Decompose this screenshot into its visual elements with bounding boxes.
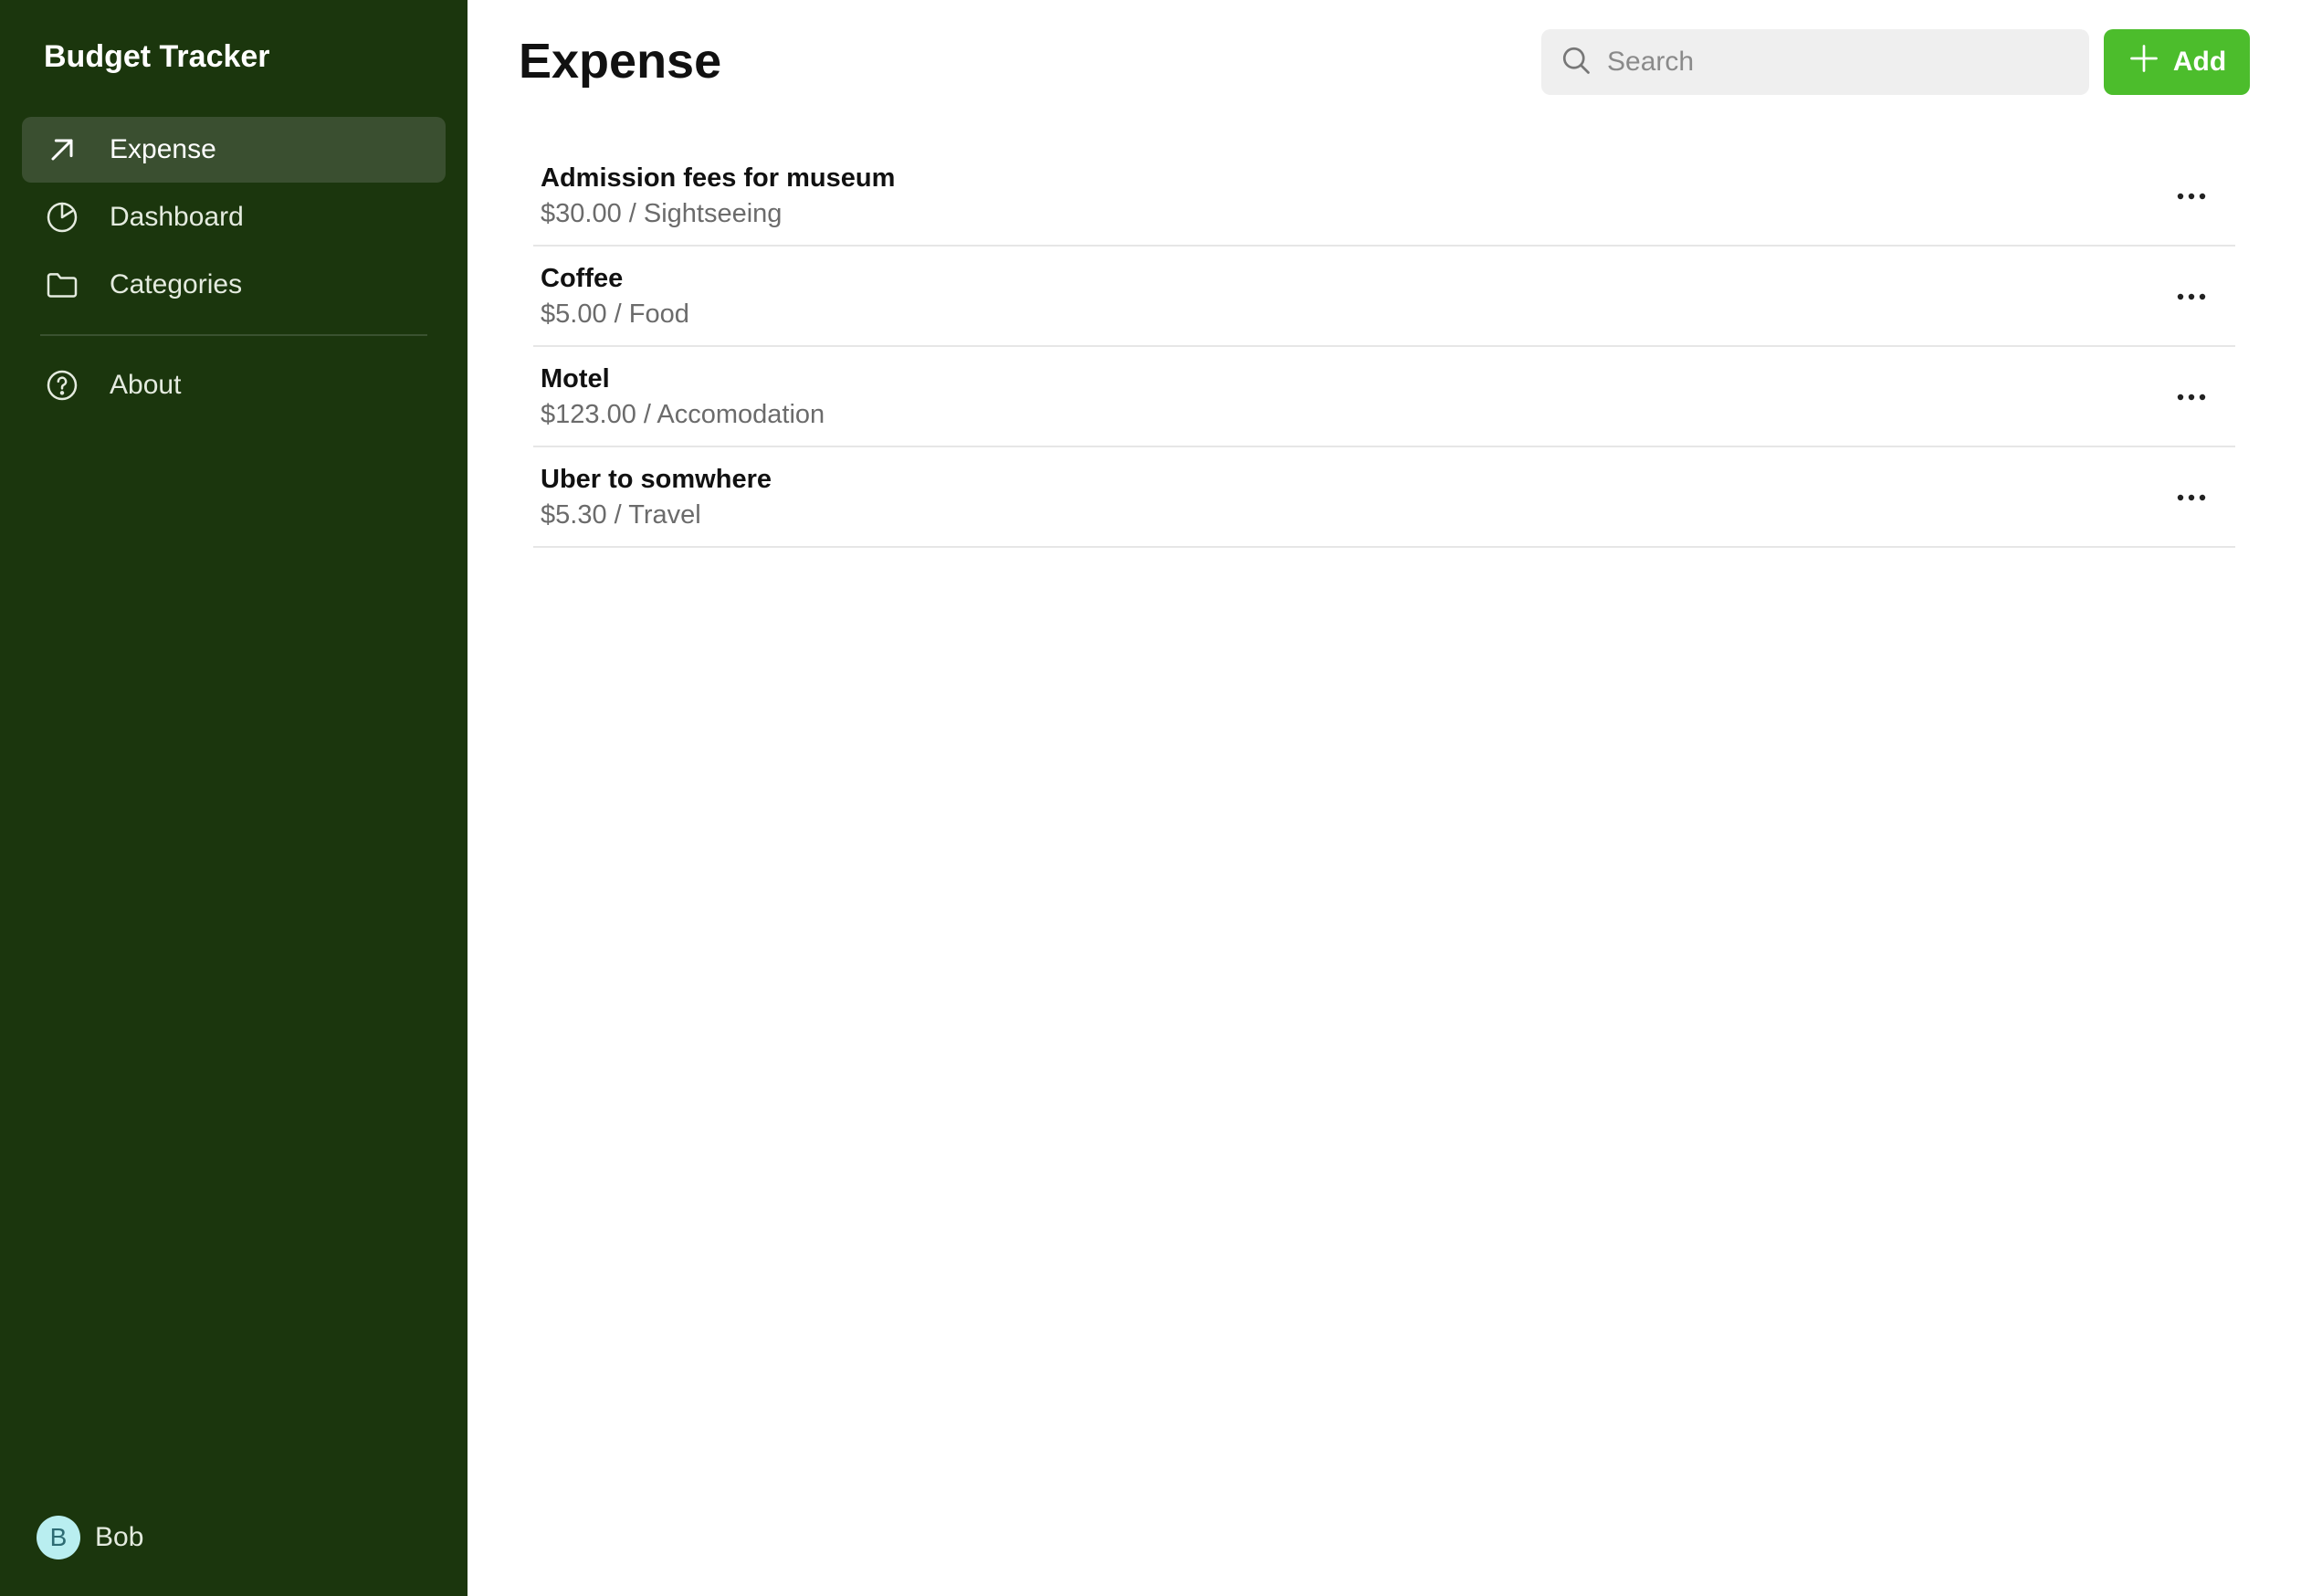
- more-options-button[interactable]: [2166, 173, 2217, 219]
- sidebar: Budget Tracker Expense Dashboard Categor…: [0, 0, 468, 1596]
- sidebar-item-expense[interactable]: Expense: [22, 117, 446, 183]
- list-item[interactable]: Admission fees for museum $30.00 / Sight…: [533, 146, 2235, 247]
- expense-detail: $30.00 / Sightseeing: [541, 199, 783, 228]
- pie-chart-icon: [44, 199, 80, 236]
- expense-list: Admission fees for museum $30.00 / Sight…: [533, 146, 2235, 548]
- more-options-button[interactable]: [2166, 374, 2217, 420]
- folder-icon: [44, 267, 80, 303]
- more-horizontal-icon: [2177, 193, 2206, 200]
- expense-detail: $123.00 / Accomodation: [541, 400, 825, 429]
- expense-title: Coffee: [541, 264, 624, 293]
- sidebar-item-dashboard[interactable]: Dashboard: [22, 184, 446, 250]
- arrow-up-right-icon: [44, 131, 80, 168]
- list-item[interactable]: Motel $123.00 / Accomodation: [533, 347, 2235, 447]
- app-title: Budget Tracker: [44, 39, 270, 74]
- list-item[interactable]: Uber to somwhere $5.30 / Travel: [533, 447, 2235, 548]
- expense-title: Uber to somwhere: [541, 465, 772, 494]
- avatar: B: [37, 1516, 80, 1559]
- expense-detail: $5.30 / Travel: [541, 500, 701, 530]
- expense-title: Motel: [541, 364, 610, 394]
- list-item[interactable]: Coffee $5.00 / Food: [533, 247, 2235, 347]
- more-options-button[interactable]: [2166, 475, 2217, 520]
- more-options-button[interactable]: [2166, 274, 2217, 320]
- page-title: Expense: [519, 34, 722, 89]
- sidebar-divider: [40, 334, 427, 336]
- search-input[interactable]: [1607, 47, 2064, 78]
- add-button[interactable]: Add: [2104, 29, 2250, 95]
- sidebar-item-label: Categories: [110, 269, 243, 299]
- expense-detail: $5.00 / Food: [541, 299, 689, 329]
- user-profile[interactable]: B Bob: [37, 1516, 143, 1559]
- expense-title: Admission fees for museum: [541, 163, 896, 193]
- more-horizontal-icon: [2177, 394, 2206, 401]
- user-name: Bob: [95, 1522, 144, 1552]
- search-box[interactable]: [1541, 29, 2089, 95]
- main-content: Expense Add Admission fees for museum $3…: [468, 0, 2301, 1596]
- sidebar-item-categories[interactable]: Categories: [22, 252, 446, 318]
- sidebar-item-label: About: [110, 370, 182, 400]
- sidebar-item-label: Expense: [110, 134, 216, 164]
- more-horizontal-icon: [2177, 293, 2206, 300]
- plus-icon: [2128, 42, 2173, 82]
- sidebar-item-label: Dashboard: [110, 202, 244, 232]
- sidebar-item-about[interactable]: About: [22, 352, 446, 418]
- help-circle-icon: [44, 367, 80, 404]
- add-button-label: Add: [2172, 47, 2227, 77]
- more-horizontal-icon: [2177, 494, 2206, 501]
- sidebar-nav: Expense Dashboard Categories About: [22, 117, 446, 420]
- search-icon: [1560, 44, 1607, 81]
